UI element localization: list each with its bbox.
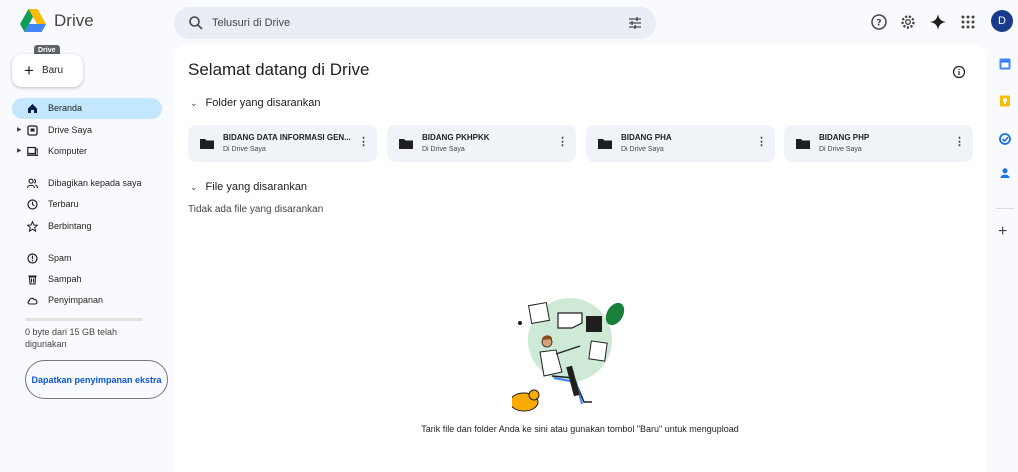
sidebar-item-label: Terbaru: [48, 199, 79, 209]
sidebar-item-my-drive[interactable]: ▶ Drive Saya: [12, 120, 162, 141]
cloud-icon: [27, 297, 38, 305]
computer-icon: [27, 146, 38, 156]
add-app-button[interactable]: +: [998, 224, 1007, 240]
empty-state-illustration: [512, 298, 625, 412]
drive-logo-icon: [20, 9, 46, 32]
no-files-message: Tidak ada file yang disarankan: [188, 204, 324, 215]
sidebar-item-label: Komputer: [48, 146, 88, 156]
new-button[interactable]: + Baru: [12, 54, 83, 87]
sidebar-item-home[interactable]: Beranda: [12, 98, 162, 119]
sidebar-item-shared-with-me[interactable]: Dibagikan kepada saya: [12, 173, 162, 194]
shared-icon: [27, 178, 38, 189]
rail-divider: [996, 208, 1014, 209]
app-name: Drive: [54, 10, 94, 30]
search-icon: [189, 16, 203, 30]
sidebar-item-trash[interactable]: Sampah: [12, 269, 162, 290]
keep-icon[interactable]: [999, 95, 1011, 107]
suggested-files-toggle[interactable]: ⌄ File yang disarankan: [190, 181, 307, 193]
spam-icon: [27, 253, 38, 264]
sidebar-item-label: Berbintang: [48, 221, 92, 231]
calendar-icon[interactable]: [999, 58, 1011, 70]
empty-state-message: Tarik file dan folder Anda ke sini atau …: [421, 424, 739, 434]
section-title: File yang disarankan: [205, 181, 308, 193]
help-icon[interactable]: ?: [870, 13, 888, 31]
sidebar-item-label: Sampah: [48, 274, 82, 284]
folder-icon: [598, 139, 612, 149]
more-options-icon[interactable]: ⋮: [954, 137, 965, 148]
folder-location: Di Drive Saya: [819, 146, 862, 153]
search-options-icon[interactable]: [628, 16, 642, 30]
folder-icon: [796, 139, 810, 149]
apps-grid-icon[interactable]: [959, 13, 977, 31]
storage-usage-text: 0 byte dari 15 GB telah digunakan: [25, 327, 118, 349]
recent-icon: [27, 199, 38, 210]
avatar[interactable]: D: [991, 10, 1013, 32]
settings-icon[interactable]: [899, 13, 917, 31]
search-bar[interactable]: [174, 7, 656, 39]
sidebar-item-spam[interactable]: Spam: [12, 248, 162, 269]
more-options-icon[interactable]: ⋮: [756, 137, 767, 148]
sidebar-item-starred[interactable]: Berbintang: [12, 216, 162, 237]
chevron-down-icon: ⌄: [190, 181, 198, 192]
tasks-icon[interactable]: [999, 133, 1011, 145]
folder-card[interactable]: BIDANG PKHPKK Di Drive Saya ⋮: [387, 125, 576, 162]
plus-icon: +: [24, 61, 34, 80]
chevron-down-icon: ⌄: [190, 97, 198, 108]
folder-name: BIDANG PHA: [621, 133, 672, 142]
top-bar: Drive ? D: [0, 0, 1018, 44]
contacts-icon[interactable]: [999, 167, 1011, 179]
folder-card[interactable]: BIDANG PHA Di Drive Saya ⋮: [586, 125, 775, 162]
sidebar-item-label: Dibagikan kepada saya: [48, 178, 142, 188]
expand-caret-icon[interactable]: ▶: [17, 126, 22, 133]
new-button-label: Baru: [41, 65, 64, 76]
main-panel: Selamat datang di Drive ⌄ Folder yang di…: [174, 44, 986, 472]
sidebar-item-label: Spam: [48, 253, 72, 263]
folder-location: Di Drive Saya: [621, 146, 664, 153]
info-icon[interactable]: [952, 65, 966, 79]
gemini-icon[interactable]: [929, 13, 947, 31]
svg-text:?: ?: [876, 19, 881, 29]
search-input[interactable]: [212, 13, 612, 33]
sidebar-item-recent[interactable]: Terbaru: [12, 194, 162, 215]
sidebar-item-label: Drive Saya: [48, 125, 93, 135]
home-icon: [28, 104, 37, 113]
drive-logo[interactable]: Drive: [20, 9, 94, 32]
folder-name: BIDANG DATA INFORMASI GEN...: [223, 133, 351, 142]
page-title: Selamat datang di Drive: [188, 60, 370, 79]
folder-icon: [200, 139, 214, 149]
folder-card[interactable]: BIDANG PHP Di Drive Saya ⋮: [784, 125, 973, 162]
storage-usage-bar: [25, 318, 143, 321]
sidebar-item-computers[interactable]: ▶ Komputer: [12, 141, 162, 162]
star-icon: [27, 221, 38, 232]
more-options-icon[interactable]: ⋮: [358, 137, 369, 148]
folder-location: Di Drive Saya: [422, 146, 465, 153]
folder-location: Di Drive Saya: [223, 146, 266, 153]
suggested-folders-toggle[interactable]: ⌄ Folder yang disarankan: [190, 97, 321, 109]
sidebar-item-label: Penyimpanan: [48, 295, 104, 305]
folder-icon: [399, 139, 413, 149]
my-drive-icon: [27, 125, 38, 136]
get-more-storage-button[interactable]: Dapatkan penyimpanan ekstra: [25, 360, 168, 399]
folder-name: BIDANG PHP: [819, 133, 870, 142]
sidebar-item-storage[interactable]: Penyimpanan: [12, 290, 162, 311]
more-options-icon[interactable]: ⋮: [557, 137, 568, 148]
folder-name: BIDANG PKHPKK: [422, 133, 490, 142]
folder-card[interactable]: BIDANG DATA INFORMASI GEN... Di Drive Sa…: [188, 125, 377, 162]
section-title: Folder yang disarankan: [205, 97, 321, 109]
trash-icon: [28, 275, 37, 285]
expand-caret-icon[interactable]: ▶: [17, 147, 22, 154]
sidebar-item-label: Beranda: [48, 103, 83, 113]
